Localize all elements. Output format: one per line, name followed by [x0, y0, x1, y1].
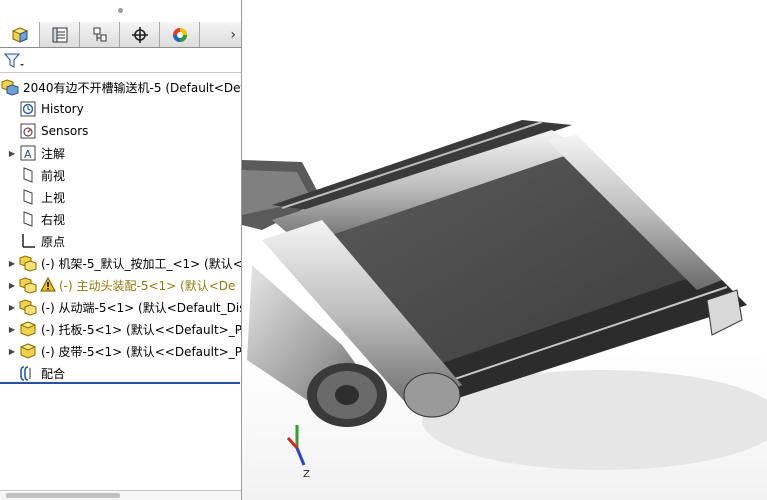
tail-roller-end	[403, 372, 461, 418]
plane-icon	[18, 209, 38, 229]
expand-arrow-icon[interactable]: ▶	[6, 347, 18, 356]
tree-root[interactable]: 2040有边不开槽输送机-5 (Default<Def	[0, 76, 242, 98]
tree-item-label: Sensors	[41, 124, 89, 138]
mates-icon	[18, 363, 38, 383]
tree-horizontal-scrollbar[interactable]	[0, 490, 241, 500]
tree-item-label: 上视	[41, 190, 66, 205]
plane-icon	[18, 165, 38, 185]
tree-item-label: (-) 托板-5<1> (默认<<Default>_Ph	[41, 322, 242, 337]
filter-icon[interactable]	[4, 53, 26, 69]
tree-item-label: (-) 从动端-5<1> (默认<Default_Dis	[41, 300, 242, 315]
part-icon	[18, 341, 38, 361]
part-icon	[18, 319, 38, 339]
sensors-icon	[18, 121, 38, 141]
dimxpert-icon	[131, 26, 148, 43]
tree-rollback-bar[interactable]	[0, 382, 240, 384]
assembly-icon	[0, 77, 20, 97]
tab-property-manager[interactable]	[40, 22, 80, 47]
configuration-manager-icon	[93, 27, 106, 41]
tree-item-front-plane[interactable]: 前视	[0, 164, 241, 186]
tree-item-label: 前视	[41, 168, 66, 183]
tree-item-frame[interactable]: ▶ (-) 机架-5_默认_按加工_<1> (默认<	[0, 252, 242, 274]
display-manager-icon	[172, 27, 187, 42]
expand-arrow-icon[interactable]: ▶	[6, 259, 18, 268]
svg-text:A: A	[24, 148, 32, 161]
tab-dimxpert-manager[interactable]	[120, 22, 160, 47]
tree-item-drive-assembly[interactable]: ▶ (-) 主动头装配-5<1> (默认<De	[0, 274, 241, 296]
tree-item-label: 配合	[41, 366, 66, 381]
feature-manager-panel: › 2040有边不开槽输送机-5 (Default<Def History Se…	[0, 0, 242, 500]
tree-filter-bar	[0, 49, 241, 73]
plane-icon	[18, 187, 38, 207]
tree-item-plate[interactable]: ▶ (-) 托板-5<1> (默认<<Default>_Ph	[0, 318, 242, 340]
tree-item-sensors[interactable]: Sensors	[0, 120, 241, 142]
expand-arrow-icon[interactable]: ▶	[6, 149, 18, 158]
triad-z-label: Z	[303, 469, 310, 480]
tree-item-top-plane[interactable]: 上视	[0, 186, 241, 208]
tabs-scroll-right[interactable]: ›	[200, 22, 241, 47]
tree-item-annotations[interactable]: ▶ A 注解	[0, 142, 241, 164]
tab-configuration-manager[interactable]	[80, 22, 120, 47]
annotations-icon: A	[18, 143, 38, 163]
warning-icon	[40, 277, 56, 292]
tree-item-label: (-) 主动头装配-5<1> (默认<De	[59, 278, 236, 293]
scrollbar-thumb[interactable]	[6, 493, 120, 498]
feature-manager-icon	[11, 26, 28, 43]
expand-arrow-icon[interactable]: ▶	[6, 325, 18, 334]
tree-item-idler-end[interactable]: ▶ (-) 从动端-5<1> (默认<Default_Dis	[0, 296, 242, 318]
property-manager-icon	[52, 27, 67, 42]
motor-hub	[335, 385, 359, 405]
tab-display-manager[interactable]	[160, 22, 200, 47]
tree-root-label: 2040有边不开槽输送机-5 (Default<Def	[23, 80, 242, 95]
tree-item-mates[interactable]: 配合	[0, 362, 241, 384]
tree-item-label: 原点	[41, 234, 66, 249]
expand-arrow-icon[interactable]: ▶	[6, 281, 18, 290]
tree-item-history[interactable]: History	[0, 98, 241, 120]
tree-item-label: 注解	[41, 146, 66, 161]
manager-tabs: ›	[0, 22, 241, 48]
tab-feature-manager[interactable]	[0, 22, 40, 47]
subassembly-icon	[18, 297, 38, 317]
history-icon	[18, 99, 38, 119]
tree-item-label: 右视	[41, 212, 66, 227]
tree-item-right-plane[interactable]: 右视	[0, 208, 241, 230]
panel-grip[interactable]	[0, 0, 241, 21]
feature-tree: 2040有边不开槽输送机-5 (Default<Def History Sens…	[0, 76, 242, 384]
tree-item-label: (-) 皮带-5<1> (默认<<Default>_Ph	[41, 344, 242, 359]
view-triad: Z	[286, 425, 310, 480]
graphics-viewport[interactable]: Z	[242, 0, 767, 500]
subassembly-icon	[18, 275, 38, 295]
tree-item-label: (-) 机架-5_默认_按加工_<1> (默认<	[41, 256, 242, 271]
subassembly-icon	[18, 253, 38, 273]
tree-item-label: History	[41, 102, 84, 116]
tree-item-origin[interactable]: 原点	[0, 230, 241, 252]
origin-icon	[18, 231, 38, 251]
conveyor-model: Z	[242, 120, 767, 480]
expand-arrow-icon[interactable]: ▶	[6, 303, 18, 312]
tree-item-belt[interactable]: ▶ (-) 皮带-5<1> (默认<<Default>_Ph	[0, 340, 242, 362]
